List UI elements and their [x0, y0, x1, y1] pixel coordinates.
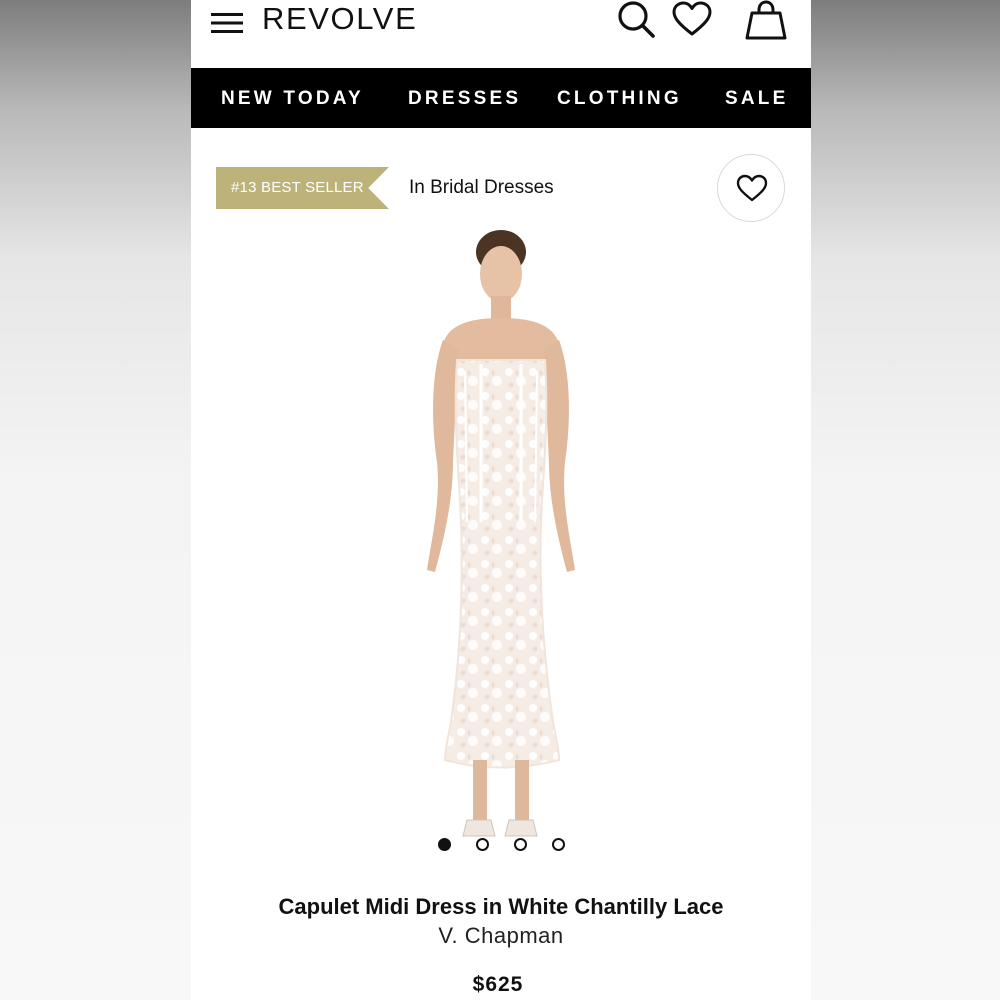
carousel-dot-1[interactable] — [438, 838, 451, 851]
heart-icon — [672, 1, 712, 36]
nav-clothing[interactable]: CLOTHING — [557, 68, 682, 128]
heart-icon — [736, 174, 768, 202]
product-image[interactable] — [191, 222, 811, 842]
carousel-dot-4[interactable] — [552, 838, 565, 851]
wishlist-button[interactable] — [671, 0, 713, 40]
best-seller-badge: #13 BEST SELLER — [216, 167, 389, 209]
nav-dresses[interactable]: DRESSES — [408, 68, 521, 128]
product-name: Capulet Midi Dress in White Chantilly La… — [278, 894, 724, 919]
carousel-dot-3[interactable] — [514, 838, 527, 851]
shopping-bag-icon — [745, 0, 787, 40]
search-icon — [618, 1, 655, 38]
logo[interactable]: REVOLVE — [262, 1, 417, 37]
nav-sale[interactable]: SALE — [725, 68, 788, 128]
carousel-dot-2[interactable] — [476, 838, 489, 851]
header: REVOLVE — [191, 0, 811, 68]
menu-button[interactable] — [210, 9, 244, 37]
nav-new-today[interactable]: NEW TODAY — [221, 68, 364, 128]
category-nav: NEW TODAY DRESSES CLOTHING SALE — [191, 68, 811, 128]
shopping-bag-button[interactable] — [745, 0, 787, 42]
menu-icon — [211, 13, 243, 33]
search-button[interactable] — [616, 0, 658, 40]
add-to-wishlist-button[interactable] — [717, 154, 785, 222]
brand-link[interactable]: V. Chapman — [191, 922, 811, 950]
product-price: $625 — [472, 973, 524, 996]
product-page: REVOLVE NEW TODAY DRESSES CLOTHING SALE … — [191, 0, 811, 1000]
category-link[interactable]: In Bridal Dresses — [409, 176, 554, 200]
